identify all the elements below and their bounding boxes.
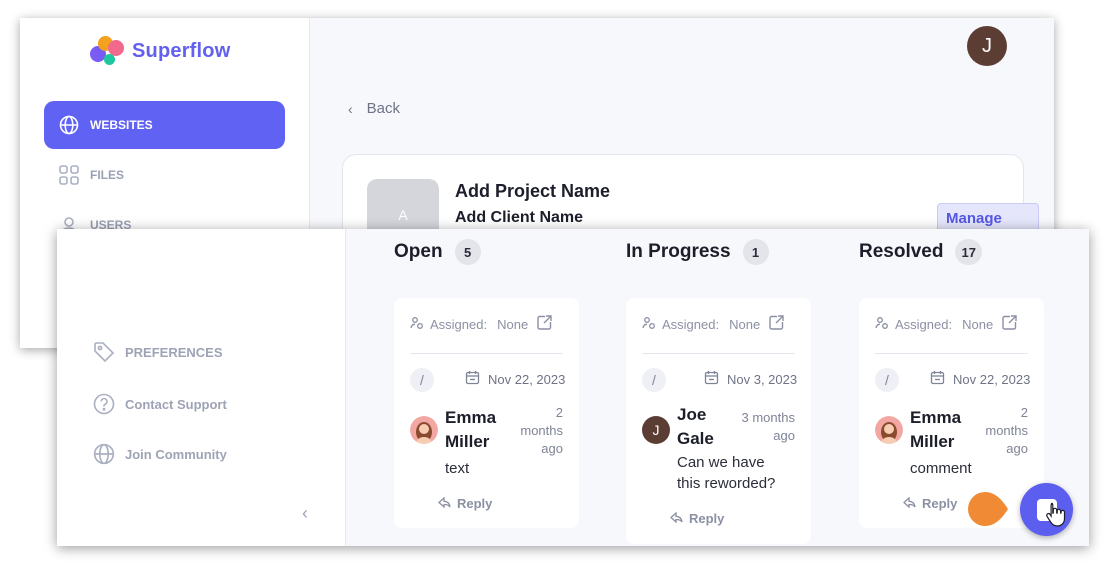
avatar [410, 416, 438, 444]
client-name[interactable]: Add Client Name [455, 209, 583, 227]
comment-time: 2 months ago [985, 405, 1028, 456]
comment-card[interactable]: Assigned: None / Nov 22, 2023 Emma Mille… [859, 298, 1044, 528]
sidebar-item-websites[interactable]: WEBSITES [44, 101, 285, 149]
comment-fab-button[interactable] [1020, 483, 1073, 536]
date-text: Nov 3, 2023 [727, 371, 798, 387]
avatar [875, 416, 903, 444]
date-row: Nov 22, 2023 [930, 370, 1030, 388]
divider [410, 353, 563, 354]
sidebar-item-label: FILES [90, 168, 125, 182]
assignee-icon [875, 316, 889, 333]
reply-label: Reply [457, 496, 493, 511]
date-text: Nov 22, 2023 [488, 371, 566, 387]
hand-cursor-icon [1046, 502, 1066, 527]
assignee-row[interactable]: Assigned: None [875, 314, 1018, 334]
sidebar-item-preferences[interactable]: PREFERENCES [93, 341, 223, 363]
column-header-open: Open 5 [394, 239, 481, 265]
comment-time: 2 months ago [520, 405, 563, 456]
reply-icon [903, 496, 916, 511]
comment-card[interactable]: Assigned: None / Nov 3, 2023 J Joe Gale … [626, 298, 811, 544]
assigned-value: None [729, 316, 761, 332]
calendar-icon [465, 370, 480, 388]
sidebar-item-contact-support[interactable]: Contact Support [93, 393, 227, 415]
date-row: Nov 3, 2023 [704, 370, 797, 388]
comment-text: text [445, 460, 470, 477]
assigned-value: None [497, 316, 529, 332]
column-title: Open [394, 241, 443, 262]
reply-button[interactable]: Reply [670, 511, 724, 526]
status-chip[interactable]: / [410, 368, 434, 392]
back-label: Back [366, 100, 401, 117]
grid-icon [58, 164, 80, 186]
project-name[interactable]: Add Project Name [455, 181, 610, 202]
comment-author: Emma Miller [910, 408, 962, 451]
chevron-left-icon: ‹ [348, 100, 353, 117]
sidebar-item-label: Join Community [125, 446, 227, 462]
help-circle-icon [93, 393, 115, 415]
sidebar-item-label: PREFERENCES [125, 344, 223, 360]
status-chip[interactable]: / [642, 368, 666, 392]
collapse-sidebar-button[interactable]: ‹ [297, 503, 313, 523]
count-badge: 17 [955, 239, 982, 265]
status-chip[interactable]: / [875, 368, 899, 392]
assigned-label: Assigned: [895, 316, 953, 332]
count-badge: 1 [742, 239, 769, 265]
tag-icon [93, 341, 115, 363]
assigned-value: None [962, 316, 994, 332]
logo-mark-icon [90, 34, 126, 68]
assignee-row[interactable]: Assigned: None [642, 314, 785, 334]
count-badge: 5 [454, 239, 481, 265]
sidebar-lower: PREFERENCES Contact Support Join Communi… [57, 229, 346, 546]
avatar: J [642, 416, 670, 444]
external-link-icon[interactable] [768, 314, 785, 334]
assignee-icon [642, 316, 656, 333]
assigned-label: Assigned: [662, 316, 720, 332]
sidebar-item-files[interactable]: FILES [44, 151, 285, 199]
globe-icon [93, 443, 115, 465]
globe-icon [58, 114, 80, 136]
column-header-in-progress: In Progress 1 [626, 239, 769, 265]
sidebar-item-join-community[interactable]: Join Community [93, 443, 227, 465]
highlight-pointer-icon [968, 492, 1008, 526]
sidebar-item-label: Contact Support [125, 396, 227, 412]
column-header-resolved: Resolved 17 [859, 239, 982, 265]
column-title: Resolved [859, 241, 944, 262]
assigned-label: Assigned: [430, 316, 488, 332]
date-row: Nov 22, 2023 [465, 370, 565, 388]
external-link-icon[interactable] [536, 314, 553, 334]
reply-label: Reply [689, 511, 725, 526]
assignee-icon [410, 316, 424, 333]
back-link[interactable]: ‹ Back [348, 100, 400, 117]
comment-card[interactable]: Assigned: None / Nov 22, 2023 Emma Mille… [394, 298, 579, 528]
assignee-row[interactable]: Assigned: None [410, 314, 553, 334]
calendar-icon [704, 370, 719, 388]
brand-logo[interactable]: Superflow [90, 34, 230, 68]
screenshot-stage: Superflow WEBSITES FILES USERS J ‹ Back … [0, 0, 1106, 565]
comment-text: Can we have this reworded? [677, 454, 776, 492]
reply-button[interactable]: Reply [903, 496, 957, 511]
comments-window: PREFERENCES Contact Support Join Communi… [57, 229, 1089, 546]
comment-time: 3 months ago [741, 410, 795, 443]
column-title: In Progress [626, 241, 731, 262]
chevron-left-icon: ‹ [302, 502, 308, 523]
date-text: Nov 22, 2023 [953, 371, 1031, 387]
divider [642, 353, 795, 354]
comment-author: Emma Miller [445, 408, 497, 451]
reply-icon [438, 496, 451, 511]
sidebar-item-label: WEBSITES [90, 118, 153, 132]
comment-author: Joe Gale [677, 405, 714, 448]
comment-text: comment [910, 460, 972, 477]
user-avatar[interactable]: J [967, 26, 1007, 66]
brand-name: Superflow [132, 39, 231, 62]
reply-button[interactable]: Reply [438, 496, 492, 511]
external-link-icon[interactable] [1001, 314, 1018, 334]
reply-icon [670, 511, 683, 526]
reply-label: Reply [922, 496, 958, 511]
divider [875, 353, 1028, 354]
calendar-icon [930, 370, 945, 388]
